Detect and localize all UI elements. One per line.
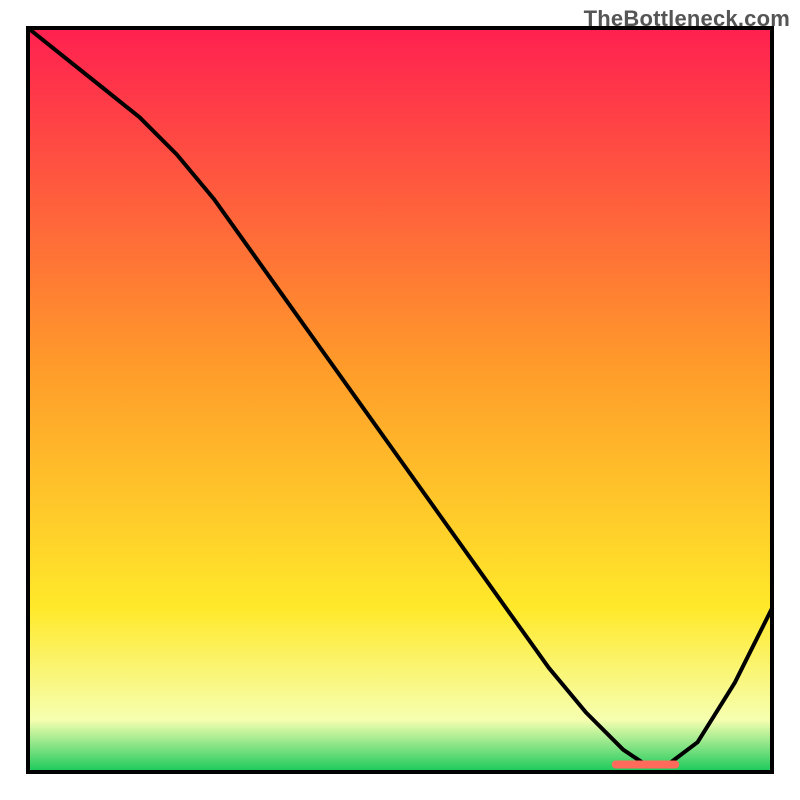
plot-background xyxy=(28,28,772,772)
chart-root: TheBottleneck.com xyxy=(0,0,800,800)
bottleneck-chart xyxy=(0,0,800,800)
watermark-text: TheBottleneck.com xyxy=(584,6,790,32)
